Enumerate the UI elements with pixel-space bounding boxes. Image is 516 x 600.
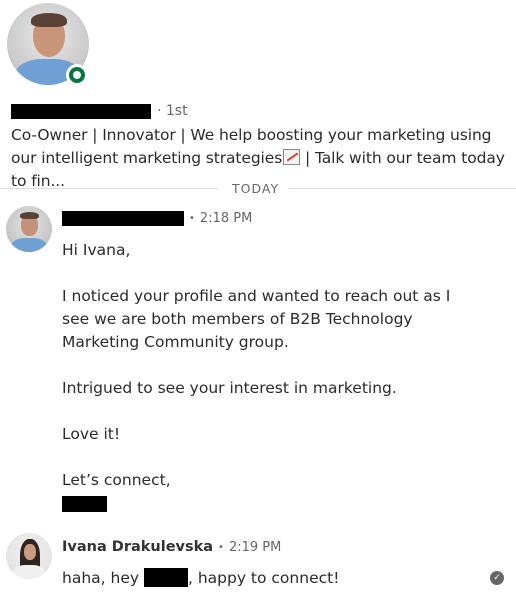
message-header: • 2:18 PM	[62, 208, 252, 228]
connection-degree: · 1st	[157, 103, 188, 119]
redacted-name	[143, 568, 188, 587]
avatar-hair	[31, 13, 67, 27]
redacted-sender-name[interactable]	[62, 210, 184, 226]
message-line: Hi Ivana,	[62, 241, 131, 259]
message-line	[62, 354, 502, 377]
sender-avatar[interactable]	[6, 206, 52, 252]
sender-name[interactable]: Ivana Drakulevska	[62, 539, 213, 555]
profile-name-row: · 1st	[11, 101, 188, 121]
redacted-signature	[62, 496, 107, 512]
online-status-icon	[66, 64, 88, 86]
avatar-shirt	[12, 565, 46, 579]
message-line: Love it!	[62, 425, 121, 443]
avatar-shirt	[11, 238, 47, 252]
message-line	[62, 262, 502, 285]
separator-dot: •	[189, 212, 195, 224]
divider-line-right	[289, 187, 516, 189]
message-body: Hi Ivana, I noticed your profile and wan…	[62, 239, 502, 519]
separator-dot: •	[218, 541, 224, 553]
redacted-profile-name[interactable]	[11, 103, 151, 119]
message-text-after: , happy to connect!	[187, 569, 340, 587]
avatar-hair	[20, 212, 39, 219]
message-time: 2:19 PM	[228, 539, 282, 555]
message-text-before: haha, hey	[62, 569, 144, 587]
message-header: Ivana Drakulevska • 2:19 PM	[62, 537, 281, 557]
message-body: haha, hey , happy to connect!	[62, 567, 502, 590]
message-line: I noticed your profile and wanted to rea…	[62, 287, 451, 351]
message-line	[62, 446, 502, 469]
date-divider: TODAY	[0, 179, 516, 197]
message-line: Let’s connect,	[62, 471, 171, 489]
seen-check-icon: ✓	[490, 571, 504, 585]
date-divider-label: TODAY	[232, 180, 280, 196]
message-line: Intrigued to see your interest in market…	[62, 379, 397, 397]
divider-line-left	[0, 187, 218, 189]
my-avatar[interactable]	[6, 533, 52, 579]
chart-increasing-icon	[283, 149, 301, 165]
avatar-face	[24, 544, 36, 560]
message-line	[62, 400, 502, 423]
message-time: 2:18 PM	[199, 210, 253, 226]
